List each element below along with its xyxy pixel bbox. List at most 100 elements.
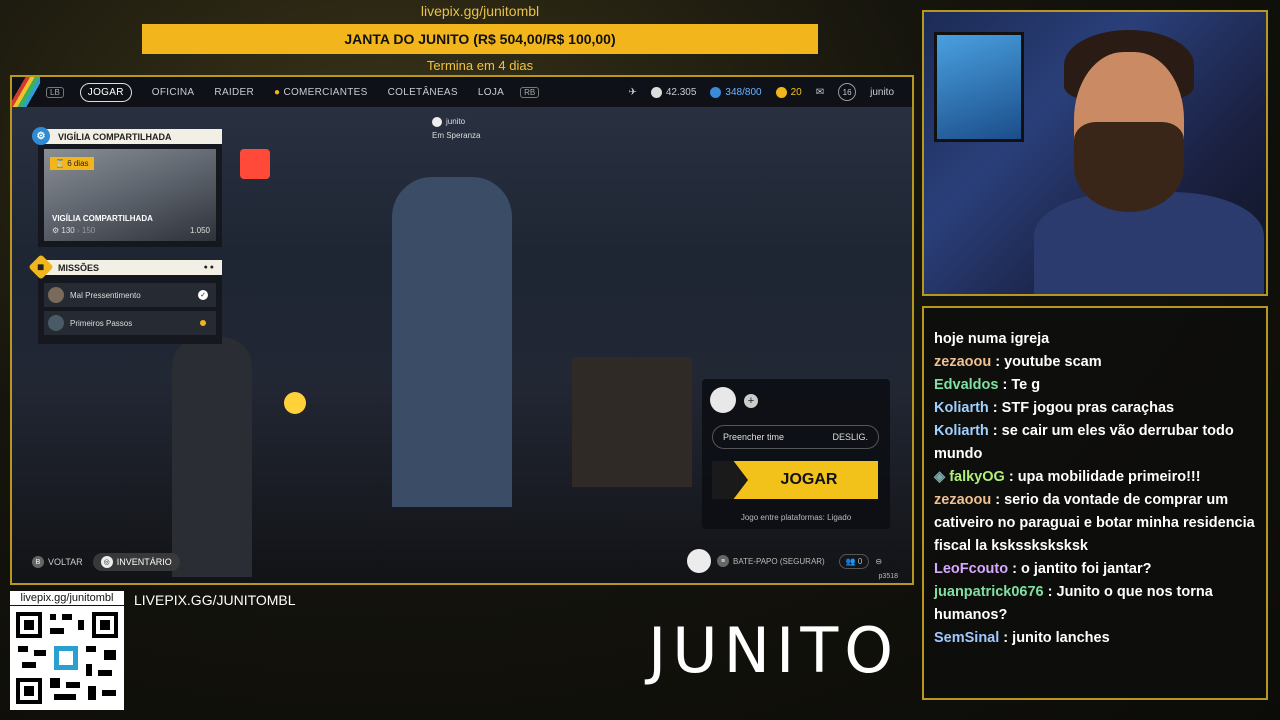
rb-key-icon[interactable]: RB xyxy=(520,86,540,98)
token-icon xyxy=(775,86,787,98)
check-icon: ✓ xyxy=(198,290,208,300)
player-avatar-icon xyxy=(432,117,442,127)
b-key-icon: B xyxy=(32,556,44,568)
in-progress-icon xyxy=(200,320,206,326)
fill-team-value: DESLIG. xyxy=(832,432,868,442)
days-left-badge: ⏳ 6 dias xyxy=(50,157,94,170)
missions-panel: ◆ MISSÕES ● ● Mal Pressentimento ✓ Primeir… xyxy=(28,254,222,344)
donation-url: livepix.gg/junitombl xyxy=(420,3,540,19)
mail-icon[interactable]: ✉ xyxy=(816,87,824,98)
player-name: junito xyxy=(446,117,466,127)
progress-current: 130 xyxy=(61,226,75,235)
tab-oficina[interactable]: OFICINA xyxy=(152,87,195,98)
webcam-monitor-art xyxy=(934,32,1024,142)
chat-user: Koliarth xyxy=(934,400,989,416)
tab-coletaneas[interactable]: COLETÂNEAS xyxy=(388,87,458,98)
chat-message: Edvaldos : Te g xyxy=(934,377,1041,393)
donation-goal-bar: JANTA DO JUNITO (R$ 504,00/R$ 100,00) xyxy=(142,24,818,54)
tab-comerciantes-label: COMERCIANTES xyxy=(283,86,368,98)
squad-avatar[interactable] xyxy=(710,387,736,413)
chat-user: Edvaldos xyxy=(934,377,999,393)
coins-value: 42.305 xyxy=(665,86,697,98)
vigil-header: ⚙ VIGÍLIA COMPARTILHADA xyxy=(32,127,222,145)
chat-user: zezaoou xyxy=(934,354,992,370)
fill-team-toggle[interactable]: Preencher time DESLIG. xyxy=(712,425,879,449)
vigil-header-label: VIGÍLIA COMPARTILHADA xyxy=(58,131,172,142)
chat-user: Koliarth xyxy=(934,423,989,439)
inventory-button[interactable]: ◎ INVENTÁRIO xyxy=(92,553,180,571)
chat-button[interactable]: ≡ BATE-PAPO (SEGURAR) xyxy=(717,555,825,567)
user-badge-icon: ◈ xyxy=(934,469,946,485)
credits-value: 348/800 xyxy=(725,86,762,98)
progress-max: 1.050 xyxy=(189,226,210,235)
webcam-overlay xyxy=(922,10,1268,296)
options-icon[interactable]: ⊖ xyxy=(875,557,882,566)
level-badge: 16 xyxy=(838,83,857,101)
vigil-card[interactable]: ⏳ 6 dias VIGÍLIA COMPARTILHADA ⚙ 130 › 1… xyxy=(44,149,216,241)
chat-text: junito lanches xyxy=(1012,630,1110,646)
qr-code xyxy=(10,606,124,710)
missions-header-label: MISSÕES xyxy=(58,262,100,273)
tab-loja[interactable]: LOJA xyxy=(478,87,504,98)
inventory-icon: ◎ xyxy=(100,556,113,568)
chat-user: zezaoou xyxy=(934,492,992,508)
chat-user: falkyOG xyxy=(949,469,1005,485)
mission-avatar xyxy=(48,287,64,303)
notification-dot-icon: ● xyxy=(274,86,281,98)
chat-user: SemSinal xyxy=(934,630,1000,646)
tab-raider[interactable]: RAIDER xyxy=(214,87,254,98)
player-avatar[interactable] xyxy=(687,549,711,573)
days-left-value: 6 dias xyxy=(67,159,89,168)
vigil-progress: ⚙ 130 › 150 1.050 xyxy=(52,226,210,235)
chat-text: o jantito foi jantar? xyxy=(1021,561,1152,577)
build-version: p3518 xyxy=(878,573,898,580)
lb-key-icon[interactable]: LB xyxy=(46,86,64,98)
game-top-nav: LB JOGAR OFICINA RAIDER ● COMERCIANTES C… xyxy=(12,77,912,107)
map-icon[interactable]: ✈ xyxy=(628,87,636,98)
mission-item[interactable]: Mal Pressentimento ✓ xyxy=(44,283,216,307)
tokens-value: 20 xyxy=(790,86,802,98)
credits-display: 348/800 xyxy=(710,86,762,98)
chat-user: LeoFcouto xyxy=(934,561,1009,577)
chat-message: SemSinal : junito lanches xyxy=(934,630,1110,646)
friends-icon: 👥 xyxy=(845,556,856,566)
livepix-banner: LIVEPIX.GG/JUNITOMBL xyxy=(134,592,296,608)
credits-icon xyxy=(710,86,722,98)
play-arrow-icon xyxy=(712,461,748,499)
chat-text: hoje numa igreja xyxy=(934,331,1050,347)
friends-button[interactable]: 👥 0 xyxy=(838,553,870,569)
chat-text: youtube scam xyxy=(1004,354,1102,370)
username[interactable]: junito xyxy=(870,87,894,98)
stream-chat: hoje numa igreja zezaoou : youtube scam … xyxy=(922,306,1268,700)
chat-text: upa mobilidade primeiro!!! xyxy=(1017,469,1201,485)
chat-message: Koliarth : se cair um eles vão derrubar … xyxy=(934,423,1234,462)
coins-display: 42.305 xyxy=(650,86,697,98)
play-button-label: JOGAR xyxy=(780,471,838,488)
back-button[interactable]: B VOLTAR xyxy=(32,556,83,568)
chat-message: zezaoou : youtube scam xyxy=(934,354,1102,370)
player-tag: junito Em Speranza xyxy=(432,117,480,140)
chat-message: ◈ falkyOG : upa mobilidade primeiro!!! xyxy=(934,469,1201,485)
currency-bar: ✈ 42.305 348/800 20 ✉ 16 junito xyxy=(628,77,894,107)
back-label: VOLTAR xyxy=(48,557,83,567)
chat-user: juanpatrick0676 xyxy=(934,584,1044,600)
missions-header: ◆ MISSÕES ● ● xyxy=(28,254,222,280)
tab-comerciantes[interactable]: ● COMERCIANTES xyxy=(274,87,368,98)
chat-label: BATE-PAPO (SEGURAR) xyxy=(733,556,825,566)
gear-small-icon: ⚙ xyxy=(52,226,60,235)
player-location: Em Speranza xyxy=(432,131,481,140)
chat-message: juanpatrick0676 : Junito o que nos torna… xyxy=(934,584,1213,623)
play-button[interactable]: JOGAR xyxy=(712,461,878,499)
goal-remaining-text: Termina em 4 dias xyxy=(426,58,534,73)
mission-item[interactable]: Primeiros Passos xyxy=(44,311,216,335)
chat-key-icon: ≡ xyxy=(717,555,729,567)
channel-logo: JUNITO xyxy=(648,614,900,687)
page-dots-icon: ● ● xyxy=(203,264,214,271)
chat-bar: ≡ BATE-PAPO (SEGURAR) 👥 0 ⊖ xyxy=(687,549,882,573)
tab-jogar[interactable]: JOGAR xyxy=(79,82,132,102)
chat-message: hoje numa igreja xyxy=(934,328,1256,351)
fill-team-label: Preencher time xyxy=(723,432,785,442)
vigil-card-title: VIGÍLIA COMPARTILHADA xyxy=(52,214,153,223)
add-player-icon[interactable]: + xyxy=(744,394,758,408)
mission-label: Primeiros Passos xyxy=(70,318,133,328)
